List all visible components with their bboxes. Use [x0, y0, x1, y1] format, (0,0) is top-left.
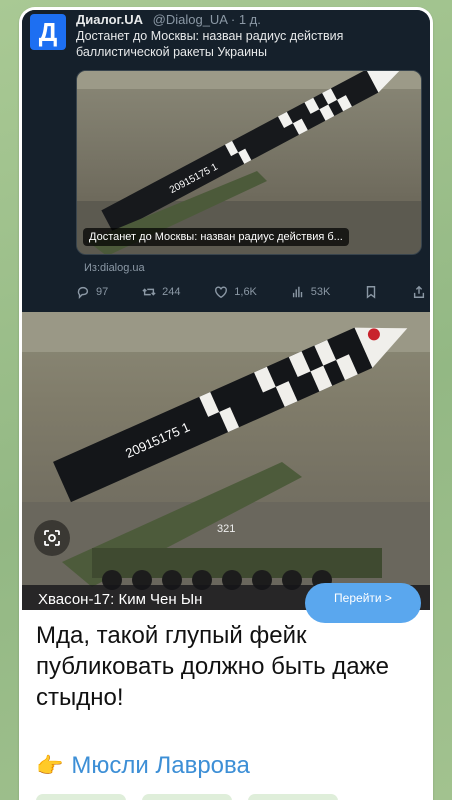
card-caption: Достанет до Москвы: назван радиус действ… — [83, 228, 349, 246]
like-count: 1,6K — [234, 286, 257, 298]
tweet-actions: 97 244 1,6K 53K — [76, 282, 426, 302]
missile-photo[interactable]: 20915175 1 321 — [22, 312, 430, 610]
tweet-screenshot[interactable]: Д Диалог.UA @Dialog_UA · 1 д. Достанет д… — [22, 10, 430, 308]
heart-icon — [215, 286, 228, 299]
tweet-author: Диалог.UA — [76, 12, 144, 27]
reply-action[interactable]: 97 — [76, 285, 108, 299]
reaction-chip[interactable] — [142, 794, 232, 800]
link-preview-title: Хвасон-17: Ким Чен Ын — [38, 591, 203, 608]
views-count: 53K — [310, 286, 331, 298]
reply-icon — [77, 286, 89, 299]
retweet-icon — [142, 288, 156, 296]
views-action[interactable]: 53K — [291, 285, 331, 299]
share-action[interactable] — [412, 285, 426, 299]
reply-count: 97 — [96, 286, 109, 298]
channel-signature: 👉 Мюсли Лаврова — [36, 752, 250, 780]
bookmark-action[interactable] — [364, 285, 378, 299]
message-bubble[interactable]: Д Диалог.UA @Dialog_UA · 1 д. Достанет д… — [19, 7, 433, 800]
views-icon — [292, 286, 302, 298]
bookmark-icon — [366, 286, 376, 299]
reactions-row — [36, 794, 338, 800]
pointing-hand-icon: 👉 — [36, 753, 64, 778]
vehicle-number: 321 — [217, 523, 235, 535]
reaction-chip[interactable] — [36, 794, 126, 800]
retweet-action[interactable]: 244 — [142, 285, 180, 299]
lens-icon — [44, 530, 60, 546]
like-action[interactable]: 1,6K — [214, 285, 257, 299]
tweet-source[interactable]: Из:dialog.ua — [84, 262, 145, 274]
channel-link[interactable]: Мюсли Лаврова — [71, 752, 249, 780]
google-lens-button[interactable] — [34, 520, 70, 556]
tweet-handle: @Dialog_UA · 1 д. — [152, 12, 261, 27]
retweet-count: 244 — [162, 286, 181, 298]
share-icon — [413, 285, 425, 298]
tweet-header: Диалог.UA @Dialog_UA · 1 д. — [76, 12, 261, 27]
tweet-text: Достанет до Москвы: назван радиус действ… — [76, 29, 344, 59]
avatar: Д — [30, 14, 66, 50]
reaction-chip[interactable] — [248, 794, 338, 800]
message-text: Мда, такой глупый фейк публиковать должн… — [36, 622, 389, 711]
missile-photo-illustration: 20915175 1 321 — [22, 312, 430, 610]
tweet-card-image[interactable]: 20915175 1 Достанет до Москвы: назван ра… — [76, 70, 422, 255]
media-album[interactable]: Д Диалог.UA @Dialog_UA · 1 д. Достанет д… — [22, 10, 430, 610]
open-link-button[interactable]: Перейти > — [305, 583, 421, 623]
